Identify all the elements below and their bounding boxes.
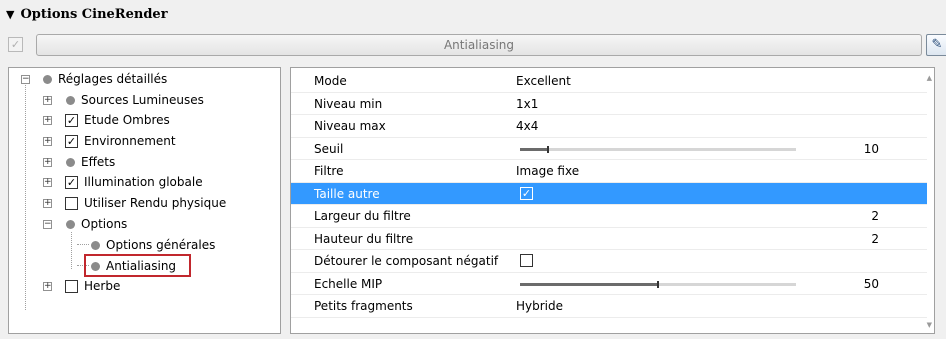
property-value[interactable]: 4x4 [516, 115, 538, 137]
tree-item-label: Effets [81, 155, 116, 169]
tree-item-label: Utiliser Rendu physique [84, 196, 227, 210]
collapse-triangle-icon[interactable]: ▼ [6, 8, 14, 21]
tree-item-antialiasing[interactable]: Antialiasing [91, 256, 176, 276]
tree-item-label: Options générales [106, 238, 216, 252]
property-name: Filtre [314, 164, 344, 178]
property-name: Taille autre [314, 186, 380, 201]
environnement-checkbox[interactable]: ✓ [65, 134, 78, 148]
property-row-detourer[interactable]: Détourer le composant négatif [291, 250, 927, 273]
dot-icon [43, 74, 52, 84]
panel-header[interactable]: ▼ Options CineRender [0, 0, 946, 28]
expand-icon[interactable]: + [43, 96, 52, 105]
property-name: Niveau max [314, 119, 386, 133]
taille-autre-checkbox[interactable]: ✓ [520, 186, 533, 200]
tree-item-label: Illumination globale [84, 175, 203, 189]
dot-icon [91, 240, 100, 250]
property-grid: Mode Excellent Niveau min 1x1 Niveau max… [290, 67, 935, 334]
tree-item-illumination-globale[interactable]: + ✓ Illumination globale [43, 172, 203, 192]
current-section-field[interactable]: Antialiasing [36, 34, 922, 56]
enable-checkbox[interactable]: ✓ [8, 37, 23, 52]
property-value[interactable]: 10 [849, 138, 879, 160]
tree-connector-line [25, 85, 26, 310]
panel-title: Options CineRender [20, 6, 168, 22]
slider-fill [520, 147, 548, 151]
settings-tree: − Réglages détaillés + Sources Lumineuse… [8, 67, 281, 334]
dot-icon [91, 261, 100, 271]
property-value[interactable]: Excellent [516, 70, 571, 92]
expand-icon[interactable]: + [43, 137, 52, 146]
property-row-niveau-min[interactable]: Niveau min 1x1 [291, 93, 927, 115]
tree-item-environnement[interactable]: + ✓ Environnement [43, 131, 176, 151]
tree-item-label: Réglages détaillés [58, 72, 168, 86]
tree-connector-line [77, 244, 89, 245]
property-row-niveau-max[interactable]: Niveau max 4x4 [291, 115, 927, 138]
scroll-down-arrow-icon[interactable]: ▼ [927, 321, 932, 329]
dot-icon [66, 157, 75, 167]
edit-icon[interactable]: ✎ [926, 34, 946, 56]
tree-item-etude-ombres[interactable]: + ✓ Etude Ombres [43, 110, 170, 130]
tree-item-label: Antialiasing [106, 259, 177, 273]
tree-item-options[interactable]: − Options [43, 214, 127, 234]
tree-item-label: Herbe [84, 279, 121, 293]
property-row-seuil[interactable]: Seuil 10 [291, 138, 927, 160]
slider-thumb[interactable] [546, 145, 549, 153]
expand-icon[interactable]: + [43, 116, 52, 125]
etude-ombres-checkbox[interactable]: ✓ [65, 113, 78, 127]
property-row-petits-fragments[interactable]: Petits fragments Hybride [291, 295, 927, 318]
property-name: Largeur du filtre [314, 209, 411, 223]
property-name: Mode [314, 74, 347, 88]
illumination-globale-checkbox[interactable]: ✓ [65, 175, 78, 189]
expand-icon[interactable]: + [43, 282, 52, 291]
property-name: Hauteur du filtre [314, 231, 414, 246]
tree-item-label: Sources Lumineuses [81, 93, 204, 107]
property-row-taille-autre[interactable]: Taille autre ✓ [291, 182, 927, 205]
property-value[interactable]: 2 [849, 228, 879, 250]
property-value[interactable]: Image fixe [516, 160, 579, 182]
property-value[interactable]: Hybride [516, 295, 563, 317]
property-name: Seuil [314, 141, 344, 156]
property-row-largeur-filtre[interactable]: Largeur du filtre 2 [291, 205, 927, 228]
property-row-echelle-mip[interactable]: Echelle MIP 50 [291, 273, 927, 295]
tree-item-rendu-physique[interactable]: + Utiliser Rendu physique [43, 193, 226, 213]
seuil-slider[interactable] [520, 145, 796, 153]
property-name: Détourer le composant négatif [314, 254, 499, 268]
expand-icon[interactable]: + [43, 199, 52, 208]
property-name: Petits fragments [314, 299, 413, 313]
property-row-filtre[interactable]: Filtre Image fixe [291, 160, 927, 183]
property-name: Echelle MIP [314, 276, 383, 291]
tree-item-effets[interactable]: + Effets [43, 152, 115, 172]
dot-icon [66, 219, 75, 229]
tree-item-label: Environnement [84, 134, 176, 148]
collapse-icon[interactable]: − [43, 220, 52, 229]
detourer-checkbox[interactable] [520, 254, 533, 267]
property-row-mode[interactable]: Mode Excellent [291, 70, 927, 93]
expand-icon[interactable]: + [43, 158, 52, 167]
tree-item-sources-lumineuses[interactable]: + Sources Lumineuses [43, 90, 204, 110]
expand-icon[interactable]: + [43, 178, 52, 187]
toolbar: ✓ Antialiasing ✎ [0, 33, 946, 59]
tree-item-root[interactable]: − Réglages détaillés [21, 69, 167, 89]
collapse-icon[interactable]: − [21, 75, 30, 84]
tree-item-label: Options [81, 217, 128, 231]
tree-item-options-generales[interactable]: Options générales [91, 235, 215, 255]
rendu-physique-checkbox[interactable] [65, 196, 78, 210]
tree-connector-line [71, 232, 72, 269]
herbe-checkbox[interactable] [65, 279, 78, 293]
property-name: Niveau min [314, 96, 383, 111]
property-row-hauteur-filtre[interactable]: Hauteur du filtre 2 [291, 228, 927, 250]
tree-item-label: Etude Ombres [84, 113, 170, 127]
slider-thumb[interactable] [657, 280, 659, 288]
scroll-up-arrow-icon[interactable]: ▲ [927, 74, 932, 82]
slider-fill [520, 282, 658, 286]
property-value[interactable]: 1x1 [516, 93, 538, 115]
echelle-mip-slider[interactable] [520, 280, 796, 288]
tree-item-herbe[interactable]: + Herbe [43, 276, 120, 296]
property-value[interactable]: 2 [849, 205, 879, 227]
dot-icon [66, 95, 75, 105]
property-value[interactable]: 50 [849, 273, 879, 295]
